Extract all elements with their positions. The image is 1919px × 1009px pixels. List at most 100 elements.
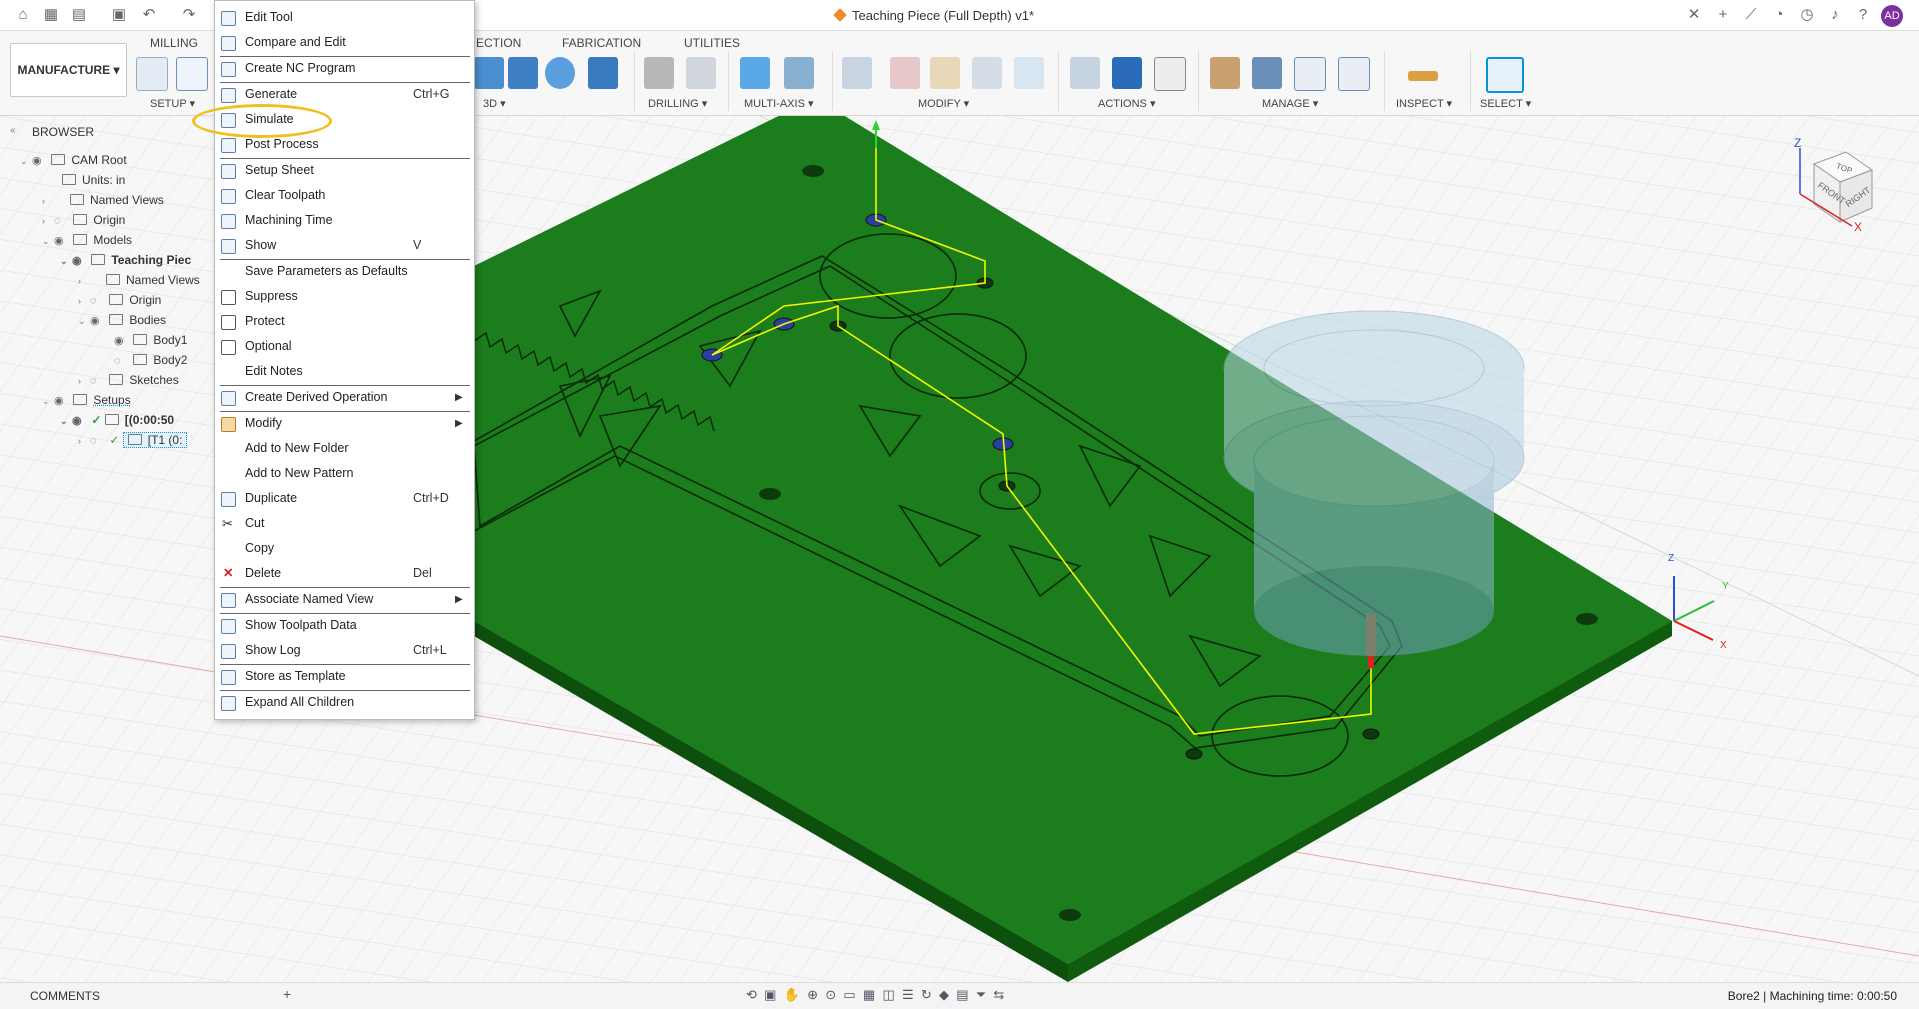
post-process-icon[interactable] (1112, 57, 1142, 89)
menu-compare-and-edit[interactable]: Compare and Edit (215, 30, 474, 55)
tree-row-origin[interactable]: › ◌ Origin (42, 210, 125, 230)
group-inspect[interactable]: INSPECT ▾ (1396, 97, 1452, 110)
modify-delete-icon[interactable] (890, 57, 920, 89)
new-tab-icon[interactable]: + (1714, 6, 1732, 24)
modify-move-icon[interactable] (972, 57, 1002, 89)
menu-create-nc-program[interactable]: Create NC Program (215, 56, 474, 81)
look-at-icon[interactable]: ▣ (764, 987, 776, 1002)
post-library-icon[interactable] (1294, 57, 1326, 91)
menu-suppress[interactable]: Suppress (215, 284, 474, 309)
extensions-icon[interactable]: ⟋ (1742, 6, 1760, 24)
menu-delete[interactable]: ✕ Delete Del (215, 561, 474, 586)
tab-utilities[interactable]: UTILITIES (684, 36, 740, 50)
menu-edit-tool[interactable]: Edit Tool (215, 5, 474, 30)
tree-row-body1[interactable]: ◉ Body1 (114, 330, 187, 350)
simulate-icon[interactable] (1070, 57, 1100, 89)
stock-icon[interactable]: ☰ (902, 987, 914, 1002)
menu-store-as-template[interactable]: Store as Template (215, 664, 474, 689)
menu-duplicate[interactable]: Duplicate Ctrl+D (215, 486, 474, 511)
notifications-icon[interactable]: ♪ (1826, 6, 1844, 24)
menu-add-to-new-pattern[interactable]: Add to New Pattern (215, 461, 474, 486)
zoom-icon[interactable]: ⊕ (807, 987, 818, 1002)
pan-icon[interactable]: ✋ (784, 987, 800, 1002)
3d-scallop-icon[interactable] (588, 57, 618, 89)
home-icon[interactable]: ⌂ (14, 6, 32, 24)
menu-machining-time[interactable]: Machining Time (215, 208, 474, 233)
undo-icon[interactable]: ↶ (140, 6, 158, 24)
save-icon[interactable]: ▣ (110, 6, 128, 24)
group-actions[interactable]: ACTIONS ▾ (1098, 97, 1155, 110)
environment-icon[interactable]: ▤ (956, 987, 968, 1002)
nc-program-icon[interactable] (176, 57, 208, 91)
3d-contour-icon[interactable] (508, 57, 538, 89)
tree-row-setup1[interactable]: ⌄ ◉ ✓ [(0:00:50 (60, 410, 174, 430)
menu-modify[interactable]: Modify ▶ (215, 411, 474, 436)
3d-pocket-icon[interactable] (474, 57, 504, 89)
close-tab-icon[interactable]: ✕ (1685, 6, 1703, 24)
modify-transform-icon[interactable] (1014, 57, 1044, 89)
tree-row-models[interactable]: ⌄ ◉ Models (42, 230, 132, 250)
tool-library-icon[interactable] (1210, 57, 1240, 89)
menu-edit-notes[interactable]: Edit Notes (215, 359, 474, 384)
group-3d[interactable]: 3D ▾ (483, 97, 506, 110)
zoom-window-icon[interactable]: ⊙ (825, 987, 836, 1002)
multiaxis-contour-icon[interactable] (740, 57, 770, 89)
group-select[interactable]: SELECT ▾ (1480, 97, 1531, 110)
tree-row-setups[interactable]: ⌄ ◉ Setups (42, 390, 131, 410)
menu-associate-named-view[interactable]: Associate Named View ▶ (215, 587, 474, 612)
comments-panel[interactable]: COMMENTS (30, 989, 100, 1003)
tab-inspection[interactable]: ECTION (476, 36, 521, 50)
refresh-icon[interactable]: ↻ (921, 987, 932, 1002)
help-icon[interactable]: ? (1854, 6, 1872, 24)
modify-cut-icon[interactable] (842, 57, 872, 89)
tab-fabrication[interactable]: FABRICATION (562, 36, 641, 50)
menu-show-toolpath-data[interactable]: Show Toolpath Data (215, 613, 474, 638)
menu-cut[interactable]: ✂ Cut (215, 511, 474, 536)
add-comment-icon[interactable]: + (283, 986, 291, 1002)
grid-menu-icon[interactable]: ▦ (42, 6, 60, 24)
drill-icon[interactable] (644, 57, 674, 89)
menu-optional[interactable]: Optional (215, 334, 474, 359)
grid-settings-icon[interactable]: ▦ (863, 987, 875, 1002)
view-cube[interactable]: TOP FRONT RIGHT Z X (1780, 136, 1880, 234)
setup-sheet-icon[interactable] (1154, 57, 1186, 91)
tree-row-body2[interactable]: ◌ Body2 (114, 350, 187, 370)
file-icon[interactable]: ▤ (70, 6, 88, 24)
menu-clear-toolpath[interactable]: Clear Toolpath (215, 183, 474, 208)
hole-recognition-icon[interactable] (686, 57, 716, 89)
menu-show[interactable]: Show V (215, 233, 474, 258)
group-manage[interactable]: MANAGE ▾ (1262, 97, 1318, 110)
tree-row-origin-2[interactable]: › ◌ Origin (78, 290, 161, 310)
menu-create-derived-operation[interactable]: Create Derived Operation ▶ (215, 385, 474, 410)
visual-style-icon[interactable]: ◆ (939, 987, 949, 1002)
setup-icon[interactable] (136, 57, 168, 91)
viewports-icon[interactable]: ◫ (882, 987, 894, 1002)
avatar[interactable]: AD (1881, 5, 1903, 27)
group-modify[interactable]: MODIFY ▾ (918, 97, 969, 110)
group-multi-axis[interactable]: MULTI-AXIS ▾ (744, 97, 814, 110)
menu-copy[interactable]: Copy (215, 536, 474, 561)
orbit-icon[interactable]: ⟲ (746, 987, 757, 1002)
tree-row-cam-root[interactable]: ⌄ ◉ CAM Root (20, 150, 127, 170)
menu-save-parameters[interactable]: Save Parameters as Defaults (215, 259, 474, 284)
tree-row-units[interactable]: Units: in (62, 170, 125, 190)
modify-trim-icon[interactable] (930, 57, 960, 89)
3d-radial-icon[interactable] (545, 57, 575, 89)
collapse-panel-icon[interactable]: « (10, 125, 16, 136)
display-settings-icon[interactable]: ▭ (843, 987, 855, 1002)
measure-icon[interactable] (1408, 71, 1438, 81)
menu-setup-sheet[interactable]: Setup Sheet (215, 158, 474, 183)
workspace-switcher[interactable]: MANUFACTURE ▾ (10, 43, 127, 97)
menu-expand-all-children[interactable]: Expand All Children (215, 690, 474, 715)
clock-icon[interactable]: ◷ (1798, 6, 1816, 24)
redo-icon[interactable]: ↷ (180, 6, 198, 24)
swarf-icon[interactable] (784, 57, 814, 89)
group-drilling[interactable]: DRILLING ▾ (648, 97, 707, 110)
tree-row-teaching-piece[interactable]: ⌄ ◉ Teaching Piec (60, 250, 191, 270)
select-icon[interactable] (1486, 57, 1524, 93)
group-setup[interactable]: SETUP ▾ (150, 97, 195, 110)
menu-add-to-new-folder[interactable]: Add to New Folder (215, 436, 474, 461)
transform-icon[interactable]: ⇆ (993, 987, 1004, 1002)
tree-row-named-views[interactable]: › Named Views (42, 190, 164, 210)
template-library-icon[interactable] (1338, 57, 1370, 91)
